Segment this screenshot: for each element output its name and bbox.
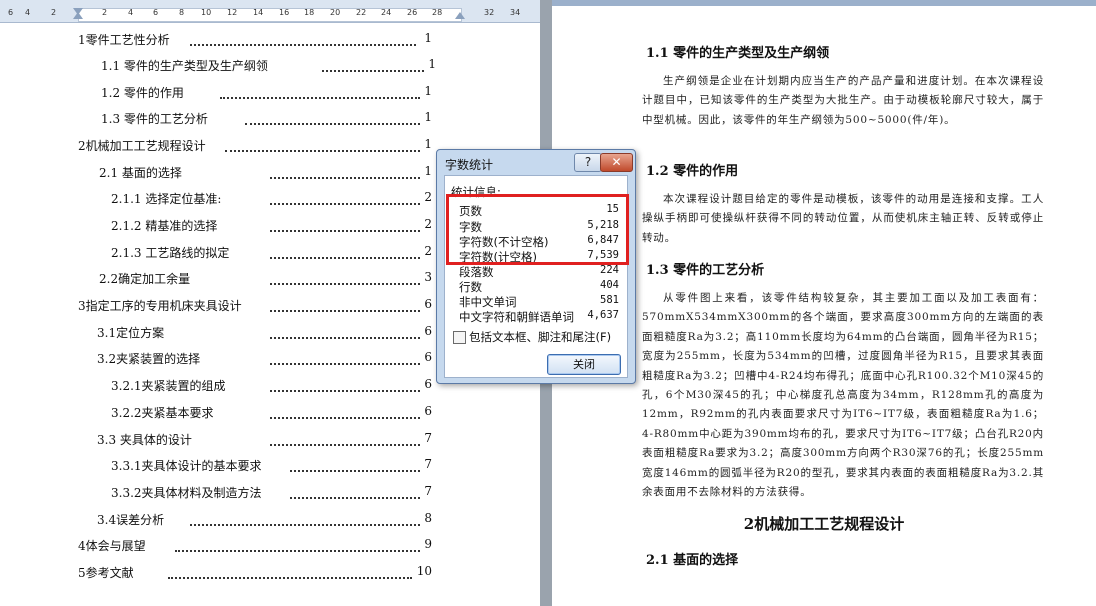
toc-entry[interactable]: 1.2 零件的作用 1 [0, 84, 540, 104]
toc-entry[interactable]: 5参考文献 10 [0, 564, 540, 584]
dialog-title: 字数统计 [445, 158, 494, 172]
heading-1-2: 1.2 零件的作用 [646, 164, 739, 179]
toc-entry[interactable]: 3.3.1夹具体设计的基本要求 7 [0, 457, 540, 477]
toc-entry[interactable]: 1.3 零件的工艺分析 1 [0, 110, 540, 130]
toc-entry[interactable]: 1.1 零件的生产类型及生产纲领 1 [0, 57, 540, 77]
toc-entry[interactable]: 3.2.2夹紧基本要求 6 [0, 404, 540, 424]
stat-row: 段落数 224 [459, 264, 619, 279]
paragraph-function: 本次课程设计题目给定的零件是动模板，该零件的动用是连接和支撑。工人操纵手柄即可使… [642, 193, 1044, 244]
right-indent-handle[interactable] [455, 12, 465, 19]
word-count-dialog[interactable]: 字数统计 ? ✕ 统计信息: 页数 15 字数 5,218 字符数(不计空格) 6,8… [436, 149, 636, 384]
ruler-tick: 32 [484, 8, 495, 17]
toc-entry[interactable]: 3.4误差分析 8 [0, 511, 540, 531]
ruler-tick: 4 [128, 8, 134, 17]
include-textbox-label[interactable]: 包括文本框、脚注和尾注(F) [469, 329, 611, 345]
ruler-tick: 10 [201, 8, 212, 17]
ruler-tick: 6 [8, 8, 14, 17]
ruler-tick: 6 [153, 8, 159, 17]
include-textbox-checkbox[interactable] [453, 331, 466, 344]
paragraph-production: 生产纲领是企业在计划期内应当生产的产品产量和进度计划。在本次课程设计题目中，已知… [642, 75, 1044, 126]
ruler-text-area [78, 8, 462, 22]
stat-row: 中文字符和朝鲜语单词 4,637 [459, 309, 619, 324]
ruler-tick: 2 [51, 8, 57, 17]
ruler-tick: 16 [279, 8, 290, 17]
chapter-2-heading: 2机械加工工艺规程设计 [743, 515, 905, 533]
help-button[interactable]: ? [574, 153, 602, 172]
ruler-tick: 22 [356, 8, 367, 17]
toc-entry[interactable]: 4体会与展望 9 [0, 537, 540, 557]
stat-row: 行数 404 [459, 279, 619, 294]
ruler-tick: 26 [407, 8, 418, 17]
left-indent-handle[interactable] [73, 12, 83, 19]
ruler-tick: 14 [253, 8, 264, 17]
ruler-tick: 18 [304, 8, 315, 17]
toc-entry[interactable]: 3.3.2夹具体材料及制造方法 7 [0, 484, 540, 504]
ruler-tick: 20 [330, 8, 341, 17]
ruler-tick: 4 [25, 8, 31, 17]
toc-entry[interactable]: 1零件工艺性分析 1 [0, 31, 540, 51]
ruler-tick: 2 [102, 8, 108, 17]
ruler-tick: 24 [381, 8, 392, 17]
paragraph-analysis: 从零件图上来看，该零件结构较复杂，其主要加工面以及加工表面有：570mmX534… [642, 292, 1044, 499]
close-button[interactable]: 关闭 [547, 354, 621, 375]
heading-1-3: 1.3 零件的工艺分析 [646, 263, 765, 278]
ruler-tick: 28 [432, 8, 443, 17]
ruler-tick: 8 [179, 8, 185, 17]
horizontal-ruler[interactable]: 6 4 2 2 4 6 8 10 12 14 16 18 20 22 24 26… [0, 0, 540, 23]
stat-row: 非中文单词 581 [459, 294, 619, 309]
highlight-box [446, 194, 629, 265]
close-x-button[interactable]: ✕ [600, 153, 633, 172]
ruler-tick: 12 [227, 8, 238, 17]
toc-entry[interactable]: 3.3 夹具体的设计 7 [0, 431, 540, 451]
ruler-tick: 34 [510, 8, 521, 17]
heading-1-1: 1.1 零件的生产类型及生产纲领 [646, 46, 830, 61]
heading-2-1: 2.1 基面的选择 [646, 553, 739, 568]
